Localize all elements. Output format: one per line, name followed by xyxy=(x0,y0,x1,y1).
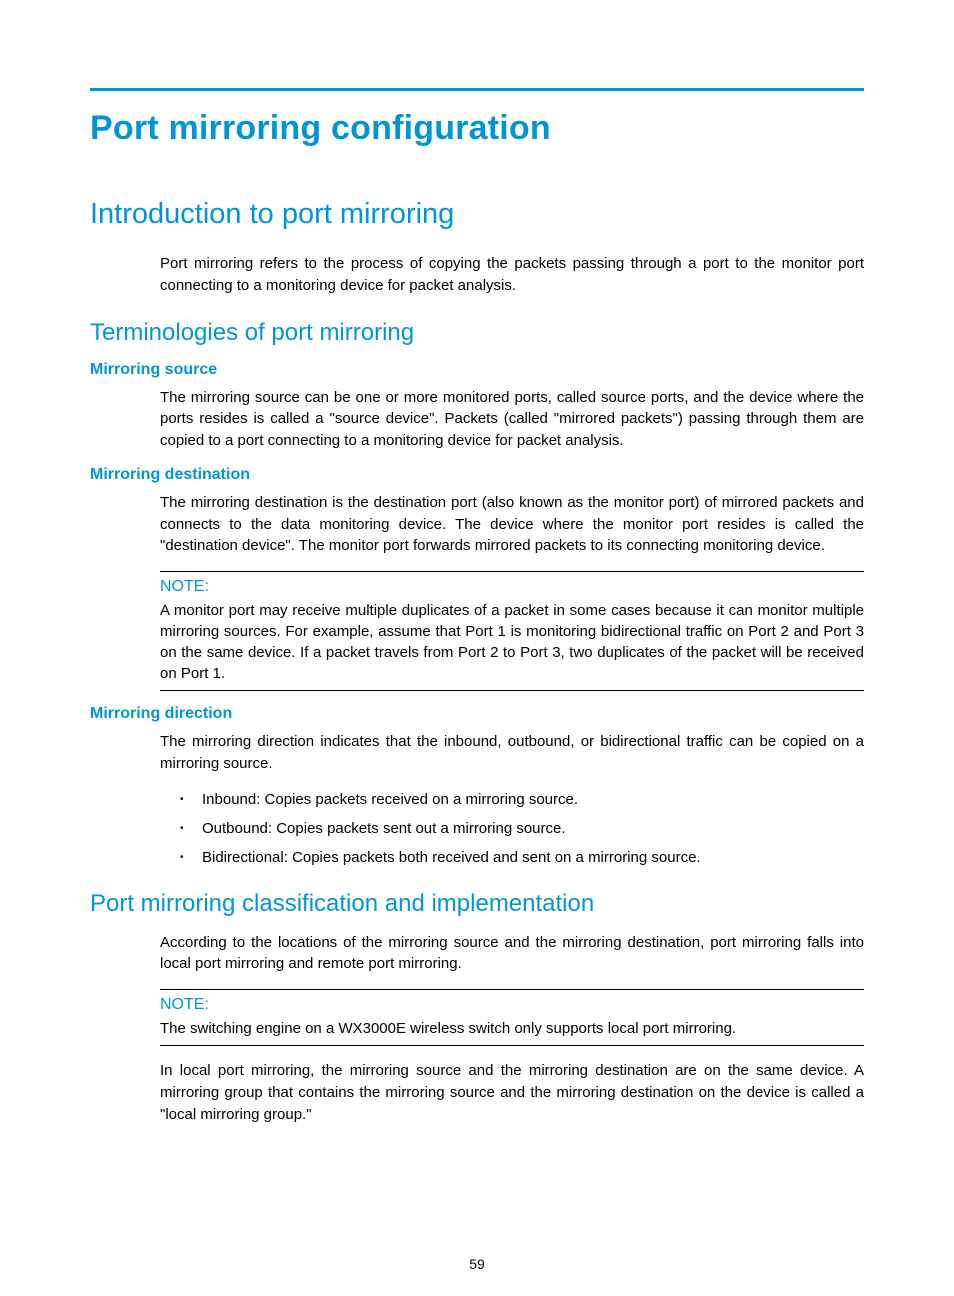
note-text: A monitor port may receive multiple dupl… xyxy=(160,600,864,684)
topic-heading-mirroring-direction: Mirroring direction xyxy=(90,705,864,723)
topic-heading-mirroring-source: Mirroring source xyxy=(90,361,864,379)
mirroring-direction-paragraph: The mirroring direction indicates that t… xyxy=(90,731,864,775)
document-page: Port mirroring configuration Introductio… xyxy=(0,0,954,1296)
note-box: NOTE: The switching engine on a WX3000E … xyxy=(160,989,864,1046)
intro-paragraph: Port mirroring refers to the process of … xyxy=(90,253,864,297)
local-mirroring-paragraph: In local port mirroring, the mirroring s… xyxy=(90,1060,864,1125)
list-item: Inbound: Copies packets received on a mi… xyxy=(202,789,864,810)
topic-heading-mirroring-destination: Mirroring destination xyxy=(90,466,864,484)
direction-bullet-list: Inbound: Copies packets received on a mi… xyxy=(90,789,864,868)
subsection-heading-terminologies: Terminologies of port mirroring xyxy=(90,319,864,347)
note-label: NOTE: xyxy=(160,996,864,1014)
list-item: Bidirectional: Copies packets both recei… xyxy=(202,847,864,868)
note-text: The switching engine on a WX3000E wirele… xyxy=(160,1018,864,1039)
page-title: Port mirroring configuration xyxy=(90,109,864,148)
mirroring-destination-paragraph: The mirroring destination is the destina… xyxy=(90,492,864,557)
note-label: NOTE: xyxy=(160,578,864,596)
note-box: NOTE: A monitor port may receive multipl… xyxy=(160,571,864,691)
mirroring-source-paragraph: The mirroring source can be one or more … xyxy=(90,387,864,452)
section-heading-intro: Introduction to port mirroring xyxy=(90,198,864,231)
top-rule xyxy=(90,88,864,91)
subsection-heading-classification: Port mirroring classification and implem… xyxy=(90,890,864,918)
page-number: 59 xyxy=(0,1256,954,1272)
list-item: Outbound: Copies packets sent out a mirr… xyxy=(202,818,864,839)
classification-paragraph: According to the locations of the mirror… xyxy=(90,932,864,976)
